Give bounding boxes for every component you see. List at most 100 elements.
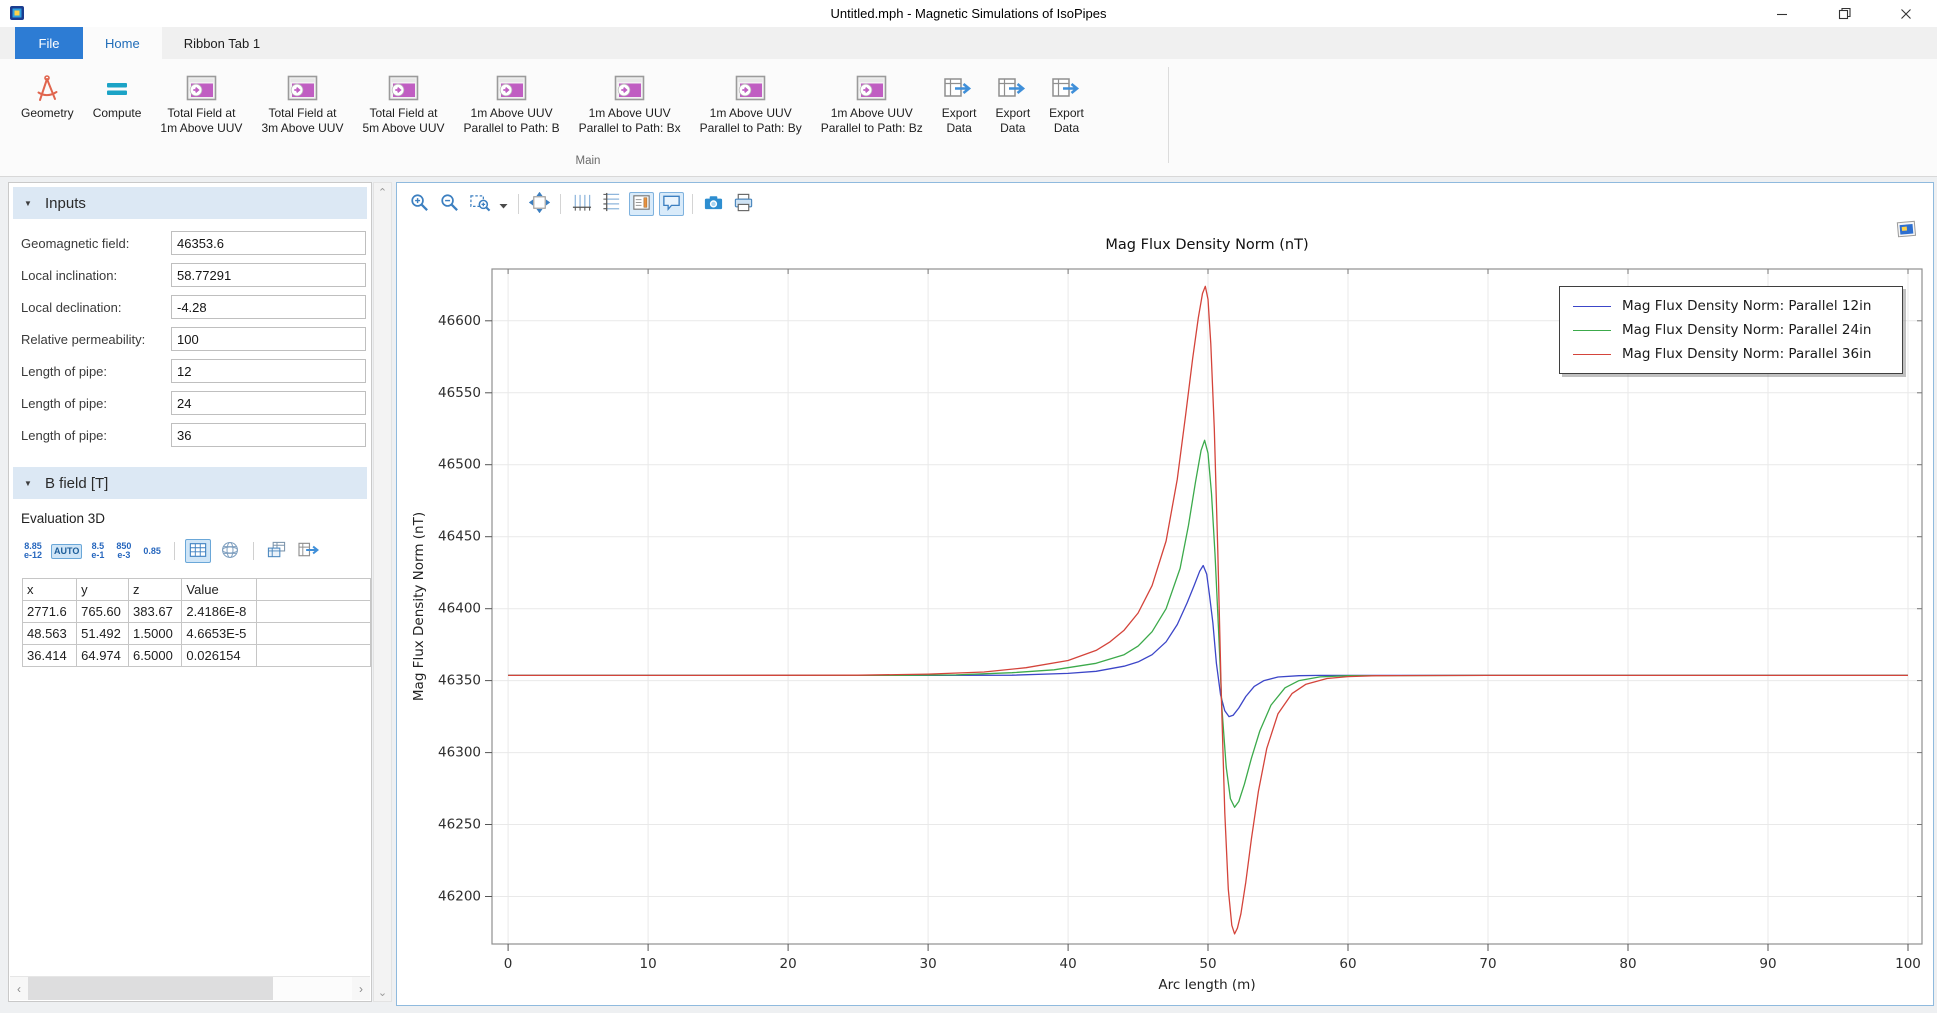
horizontal-scrollbar-track[interactable]	[273, 977, 352, 1000]
ribbon-button-parallel-path-bz[interactable]: 1m Above UUVParallel to Path: Bz	[813, 67, 931, 139]
tab-home[interactable]: Home	[83, 27, 162, 59]
precision-full-button[interactable]: 8.85e-12	[21, 539, 45, 563]
table-cell[interactable]: 48.563	[23, 623, 77, 645]
table-cell[interactable]: 0.026154	[182, 645, 256, 667]
sphere-icon	[220, 540, 240, 563]
graphics-toolbar	[407, 190, 764, 218]
x-tick-label: 100	[1895, 956, 1921, 972]
table-cell[interactable]: 765.60	[77, 601, 129, 623]
inputs-form: Geomagnetic field:Local inclination:Loca…	[9, 227, 371, 451]
precision-decimal-text: 0.85	[143, 547, 161, 556]
scroll-right-icon[interactable]: ›	[352, 977, 370, 1000]
scroll-down-icon[interactable]: ⌄	[374, 983, 391, 1001]
pipe-length-3-input[interactable]	[171, 423, 366, 447]
ribbon-button-parallel-path-b[interactable]: 1m Above UUVParallel to Path: B	[456, 67, 568, 139]
ribbon-button-label-line: 5m Above UUV	[362, 121, 444, 136]
table-cell[interactable]: 64.974	[77, 645, 129, 667]
table-row[interactable]: 48.56351.4921.50004.6653E-5	[23, 623, 371, 645]
evaluation-table: xyzValue2771.6765.60383.672.4186E-848.56…	[22, 578, 371, 667]
table-icon	[188, 541, 208, 562]
horizontal-scrollbar[interactable]: ‹ ›	[10, 976, 370, 1000]
table-cell[interactable]: 36.414	[23, 645, 77, 667]
minimize-button[interactable]	[1751, 0, 1813, 27]
table-cell[interactable]: 51.492	[77, 623, 129, 645]
vertical-scrollbar[interactable]: ⌃ ⌄	[373, 182, 392, 1002]
section-header-bfield[interactable]: B field [T]	[13, 467, 367, 499]
ribbon-button-label-line: Total Field at	[160, 106, 242, 121]
scroll-left-icon[interactable]: ‹	[10, 977, 28, 1000]
ribbon-button-total-field-1m[interactable]: Total Field at1m Above UUV	[152, 67, 250, 139]
ribbon-button-export-data-2[interactable]: ExportData	[987, 67, 1038, 139]
zoom-extents-button[interactable]	[527, 192, 552, 216]
column-header-empty	[256, 579, 370, 601]
ribbon-button-compute[interactable]: Compute	[85, 67, 150, 124]
precision-scientific-button[interactable]: 8.5e-1	[88, 539, 107, 563]
relative-permeability-input[interactable]	[171, 327, 366, 351]
zoom-in-button[interactable]	[407, 192, 432, 216]
ribbon-button-total-field-5m[interactable]: Total Field at5m Above UUV	[354, 67, 452, 139]
image-snapshot-button[interactable]	[701, 192, 726, 216]
ribbon-button-label: ExportData	[995, 106, 1030, 136]
ribbon-button-export-data-1[interactable]: ExportData	[934, 67, 985, 139]
ribbon-button-total-field-3m[interactable]: Total Field at3m Above UUV	[253, 67, 351, 139]
table-row[interactable]: 2771.6765.60383.672.4186E-8	[23, 601, 371, 623]
legend-entry: Mag Flux Density Norm: Parallel 12in	[1573, 298, 1902, 314]
table-cell[interactable]: 4.6653E-5	[182, 623, 256, 645]
section-header-inputs[interactable]: Inputs	[13, 187, 367, 219]
pipe-length-1-input[interactable]	[171, 359, 366, 383]
plot-window-icon	[287, 72, 318, 104]
table-cell[interactable]: 1.5000	[129, 623, 182, 645]
collapse-triangle-icon	[24, 199, 34, 208]
tab-file[interactable]: File	[15, 27, 83, 59]
ribbon-button-parallel-path-bx[interactable]: 1m Above UUVParallel to Path: Bx	[571, 67, 689, 139]
plot-group-corner-icon[interactable]	[1895, 219, 1919, 241]
ribbon-button-parallel-path-by[interactable]: 1m Above UUVParallel to Path: By	[692, 67, 810, 139]
table-cell[interactable]: 383.67	[129, 601, 182, 623]
copy-table-icon	[266, 540, 287, 563]
zoom-box-button[interactable]	[467, 192, 492, 216]
zoom-out-button[interactable]	[437, 192, 462, 216]
table-row[interactable]: 36.41464.9746.50000.026154	[23, 645, 371, 667]
precision-engineering-button[interactable]: 850e-3	[113, 539, 134, 563]
precision-decimal-button[interactable]: 0.85	[140, 544, 164, 559]
ribbon-button-label-line: 1m Above UUV	[160, 121, 242, 136]
table-view-toggle-button[interactable]	[185, 539, 211, 563]
geomagnetic-field-input[interactable]	[171, 231, 366, 255]
show-tooltips-button[interactable]	[659, 192, 684, 216]
print-button[interactable]	[731, 192, 756, 216]
plot-window-icon	[496, 72, 527, 104]
horizontal-scrollbar-thumb[interactable]	[28, 977, 273, 1000]
copy-table-button[interactable]	[264, 539, 290, 563]
show-legends-button[interactable]	[629, 192, 654, 216]
ribbon-button-export-data-3[interactable]: ExportData	[1041, 67, 1092, 139]
maximize-button[interactable]	[1813, 0, 1875, 27]
ribbon-button-label: Geometry	[21, 106, 74, 121]
y-tick-label: 46550	[438, 385, 481, 401]
x-grid-icon	[571, 192, 592, 216]
close-button[interactable]	[1875, 0, 1937, 27]
y-tick-label: 46500	[438, 457, 481, 473]
precision-auto-button[interactable]: AUTO	[51, 544, 82, 559]
table-cell[interactable]: 6.5000	[129, 645, 182, 667]
ribbon-button-geometry[interactable]: Geometry	[13, 67, 82, 124]
local-declination-input[interactable]	[171, 295, 366, 319]
local-inclination-input[interactable]	[171, 263, 366, 287]
table-cell[interactable]: 2.4186E-8	[182, 601, 256, 623]
table-cell[interactable]: 2771.6	[23, 601, 77, 623]
y-tick-label: 46400	[438, 601, 481, 617]
title-bar: Untitled.mph - Magnetic Simulations of I…	[0, 0, 1937, 27]
sphere-evaluation-button[interactable]	[217, 539, 243, 563]
pipe-length-2-input[interactable]	[171, 391, 366, 415]
y-axis-grid-button[interactable]	[599, 192, 624, 216]
ribbon-button-label-line: Parallel to Path: B	[464, 121, 560, 136]
toolbar-separator	[253, 542, 254, 560]
x-axis-grid-button[interactable]	[569, 192, 594, 216]
tab-ribbon-tab-1[interactable]: Ribbon Tab 1	[162, 27, 282, 59]
ribbon-button-label-line: Export	[942, 106, 977, 121]
zoom-box-dropdown-button[interactable]	[497, 192, 510, 216]
plot-legend[interactable]: Mag Flux Density Norm: Parallel 12inMag …	[1559, 286, 1903, 374]
window-title: Untitled.mph - Magnetic Simulations of I…	[0, 6, 1937, 21]
tooltip-icon	[661, 192, 682, 216]
export-table-button[interactable]	[296, 539, 322, 563]
scroll-up-icon[interactable]: ⌃	[374, 183, 391, 201]
